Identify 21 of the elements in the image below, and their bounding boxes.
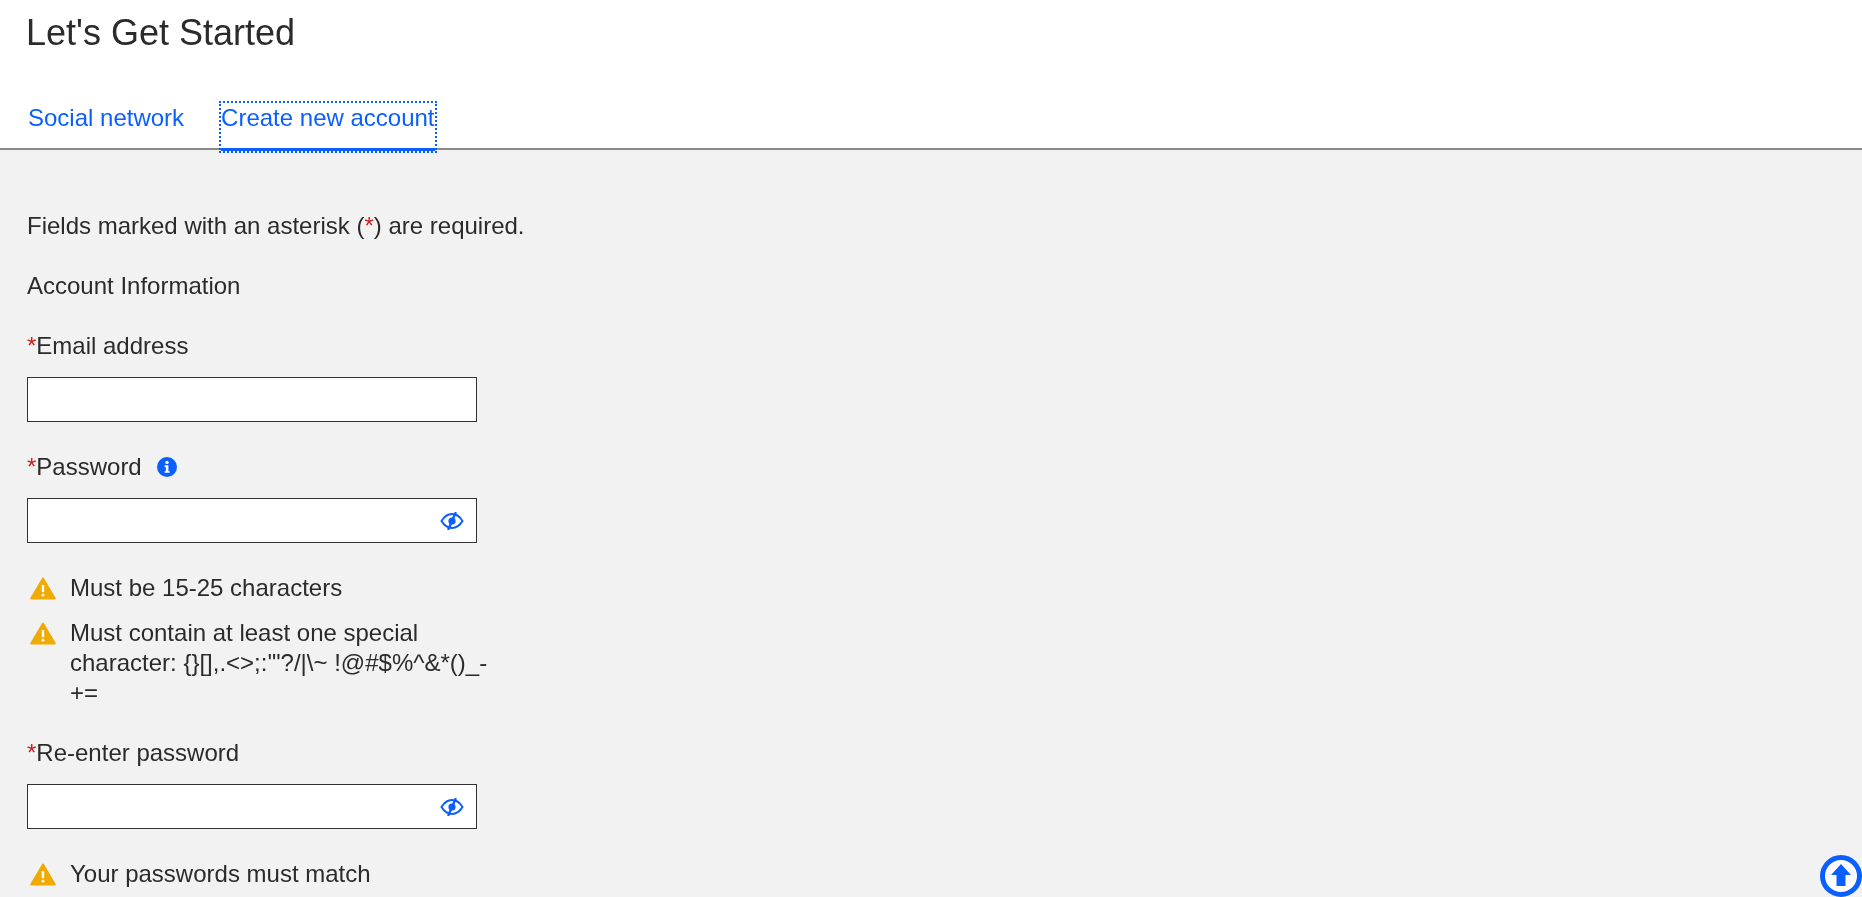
field-label: *Re-enter password [27,738,240,768]
info-icon[interactable] [156,457,177,477]
tab[interactable]: Create new account [219,101,437,153]
field-label: *Password [27,452,142,482]
email-field[interactable] [27,377,477,422]
tab[interactable]: Social network [26,101,187,153]
warning-icon [30,863,56,886]
warning-icon [30,622,56,645]
required-fields-note: Fields marked with an asterisk (*) are required. [27,211,526,241]
page-title: Let's Get Started [26,11,296,54]
warning-icon [30,577,56,600]
arrow-up-circle-icon[interactable] [1820,855,1862,897]
validation-message: Your passwords must match [70,859,371,889]
password-field[interactable] [27,498,477,543]
password-field[interactable] [27,784,477,829]
eye-slash-icon[interactable] [440,511,464,530]
eye-slash-icon[interactable] [440,797,464,816]
validation-message: Must contain at least one special character: {}[],.<>;:'"?/|\~ !@#$%^&*()_-+= [70,618,489,708]
field-label: *Email address [27,331,189,361]
validation-message: Must be 15-25 characters [70,573,343,603]
section-heading: Account Information [27,271,242,301]
